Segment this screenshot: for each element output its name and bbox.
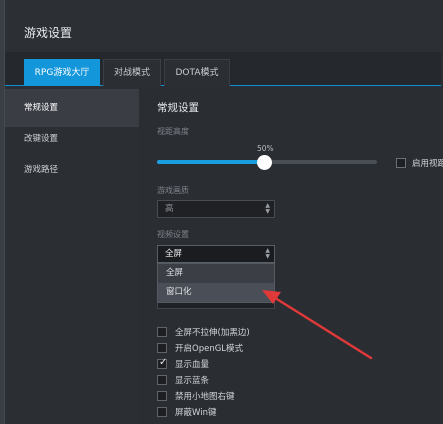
display-mode-select-value: 全屏 [165,249,183,259]
settings-content: 常规设置 视距高度 50% 启用视距 游戏画质 高 ▲ ▼ 视频设置 全屏 ▲ ▼ … [139,86,443,424]
display-mode-dropdown: 全屏 窗口化 [157,263,275,303]
checkbox-label: 全屏不拉伸(加黑边) [175,328,250,338]
checkbox-label: 显示血量 [175,360,210,370]
checkbox[interactable] [157,407,167,417]
up-down-chevron-icon: ▲ ▼ [265,247,270,260]
checkbox[interactable]: ✓ [157,357,168,369]
sidebar: 常规设置 改键设置 游戏路径 [5,86,139,424]
checkbox[interactable] [157,343,167,353]
checkmark-icon: ✓ [159,357,168,368]
checkbox-label: 开启OpenGL模式 [175,344,244,354]
checkbox[interactable] [157,375,167,385]
checkbox-label: 禁用小地图右键 [175,392,235,402]
dropdown-option-fullscreen[interactable]: 全屏 [158,264,274,283]
slider-thumb[interactable] [257,155,272,170]
checkbox[interactable] [157,391,167,401]
slider-fill [157,160,263,164]
display-mode-select[interactable]: 全屏 ▲ ▼ [157,245,275,263]
graphics-select-value: 高 [165,204,174,214]
dropdown-option-windowed[interactable]: 窗口化 [158,283,274,302]
checkbox[interactable] [157,327,167,337]
section-title: 常规设置 [157,102,199,114]
tab-dota-mode[interactable]: DOTA模式 [164,59,230,86]
graphics-label: 游戏画质 [157,186,189,195]
widescreen-checkbox[interactable] [396,158,406,168]
graphics-select[interactable]: 高 ▲ ▼ [157,200,275,218]
display-mode-label: 视频设置 [157,230,189,239]
settings-window: 游戏设置 RPG游戏大厅 对战模式 DOTA模式 常规设置 改键设置 游戏路径 … [4,0,443,424]
sidebar-item-game-path[interactable]: 游戏路径 [5,151,139,189]
widescreen-label: 启用视距 [412,159,443,169]
tab-bar: RPG游戏大厅 对战模式 DOTA模式 [5,52,441,86]
window-title: 游戏设置 [24,26,73,40]
checkbox-label: 屏蔽Win键 [175,408,217,418]
slider-value: 50% [257,144,274,153]
obscured-select [157,303,275,309]
tab-battle-mode[interactable]: 对战模式 [103,59,161,86]
brightness-label: 视距高度 [157,127,189,136]
title-bar[interactable]: 游戏设置 [5,0,441,52]
up-down-chevron-icon: ▲ ▼ [265,202,270,215]
tab-rpg-lobby[interactable]: RPG游戏大厅 [24,59,100,86]
checkbox-label: 显示蓝条 [175,376,210,386]
